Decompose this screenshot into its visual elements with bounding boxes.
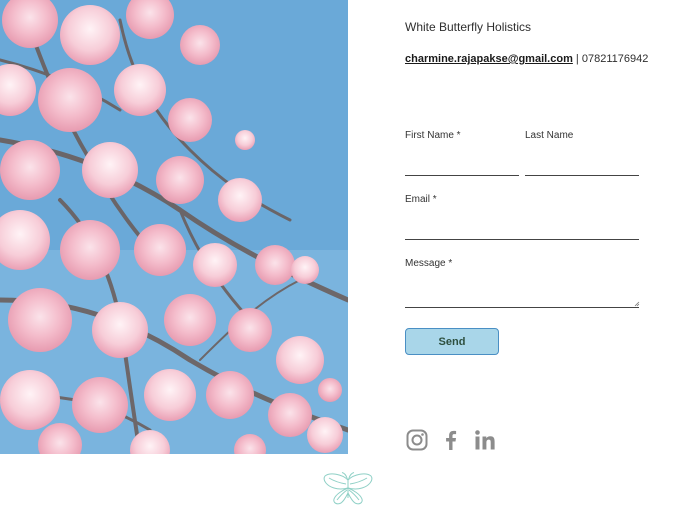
message-field[interactable]: [405, 280, 639, 308]
last-name-label: Last Name: [525, 130, 574, 141]
send-button[interactable]: Send: [405, 328, 499, 355]
email-field[interactable]: [405, 221, 639, 240]
last-name-field[interactable]: [525, 157, 639, 176]
first-name-label: First Name *: [405, 130, 461, 141]
linkedin-icon: [475, 430, 495, 450]
resize-handle-icon[interactable]: [634, 301, 640, 307]
contact-separator: |: [572, 53, 582, 65]
first-name-field[interactable]: [405, 157, 519, 176]
butterfly-logo-icon: [323, 472, 373, 505]
blossom-illustration: [0, 0, 348, 454]
contact-page: White Butterfly Holistics charmine.rajap…: [0, 0, 696, 522]
linkedin-link[interactable]: [473, 428, 497, 452]
email-label: Email *: [405, 194, 437, 205]
instagram-icon: [406, 429, 428, 451]
contact-line: charmine.rajapakse@gmail.com | 078211769…: [405, 53, 648, 65]
phone-number: 07821176942: [581, 53, 649, 65]
facebook-link[interactable]: [439, 428, 463, 452]
message-label: Message *: [405, 258, 453, 269]
business-name: White Butterfly Holistics: [405, 20, 532, 34]
email-link[interactable]: charmine.rajapakse@gmail.com: [405, 53, 573, 65]
cherry-blossom-photo: [0, 0, 348, 454]
instagram-link[interactable]: [405, 428, 429, 452]
facebook-icon: [446, 430, 457, 450]
